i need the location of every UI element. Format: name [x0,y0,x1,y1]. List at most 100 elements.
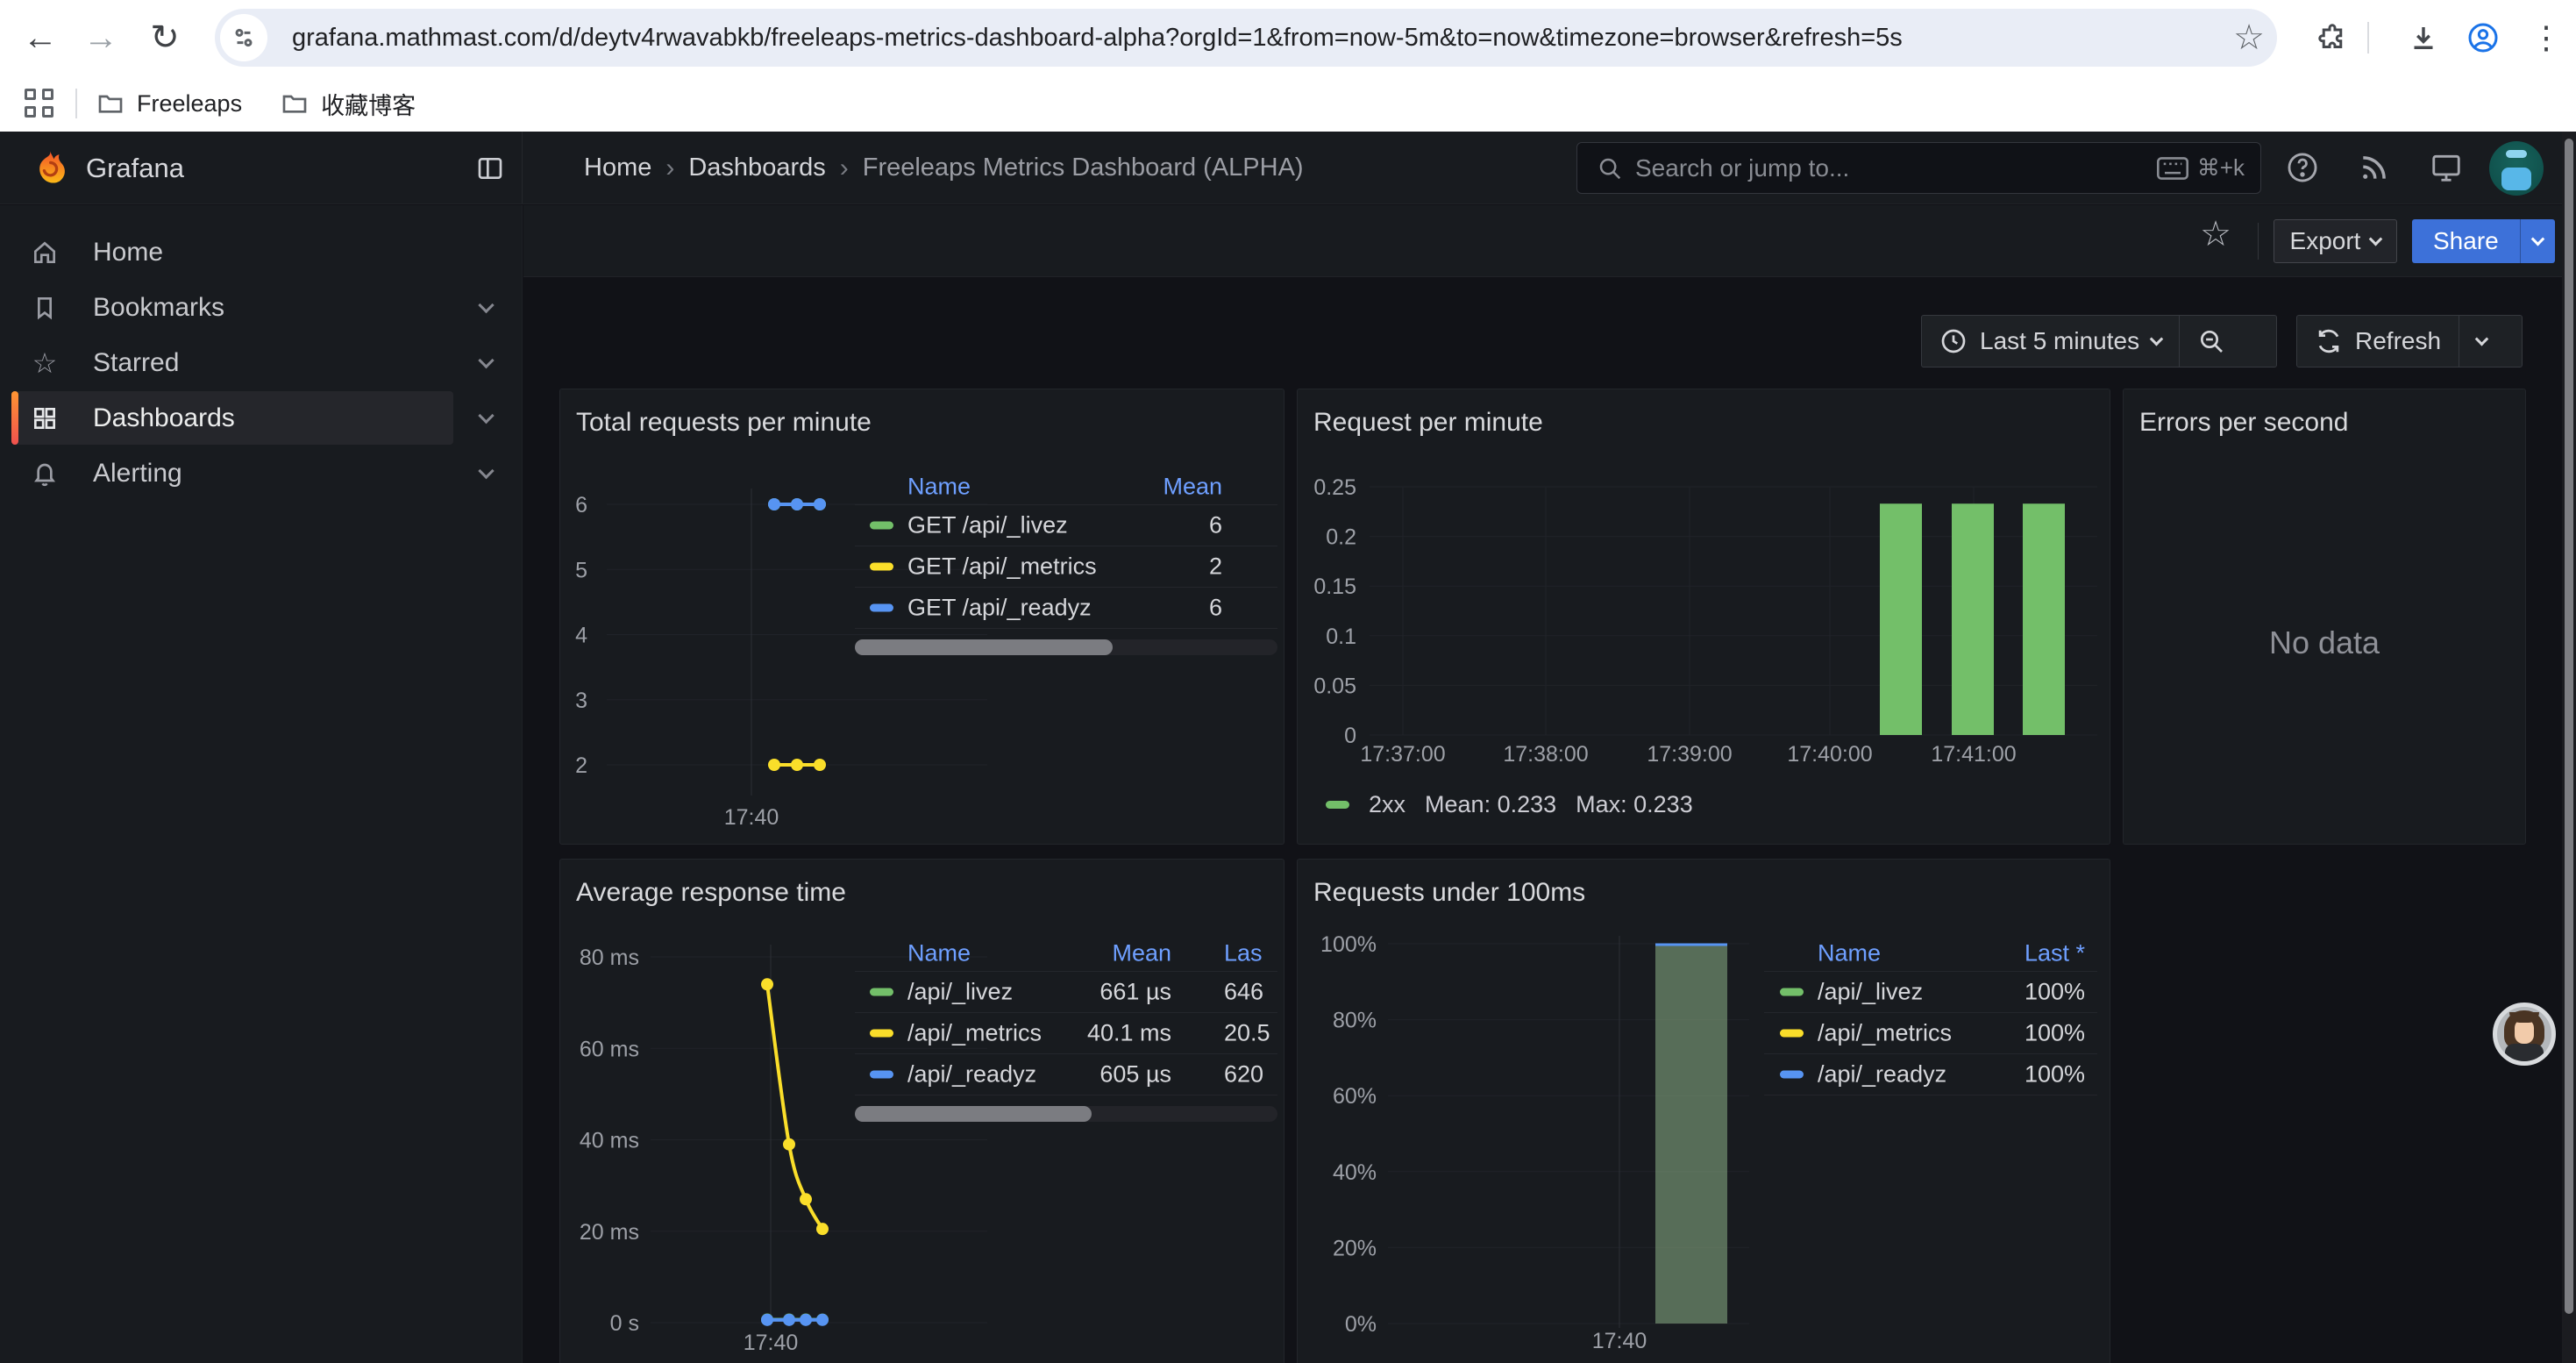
panel-title[interactable]: Request per minute [1313,408,1543,438]
series-color-dash [870,1071,893,1079]
svg-text:6: 6 [575,493,587,517]
time-range-picker[interactable]: Last 5 minutes [1922,316,2179,367]
legend-header-row: Name Mean [855,468,1277,505]
bookmark-folder-freeleaps[interactable]: Freeleaps [96,89,242,118]
downloads-icon[interactable] [2402,17,2444,59]
grafana-logo[interactable] [32,150,68,187]
series-color-dash [870,563,893,571]
panel-request-per-minute: Request per minute 17:37:0017:38:0017:39… [1297,389,2110,845]
page-scrollbar[interactable] [2562,132,2576,1363]
sidebar-item-dashboards[interactable]: Dashboards [0,390,522,446]
legend-row[interactable]: /api/_metrics40.1 ms20.5 r [855,1013,1277,1054]
panel-errors-per-second: Errors per second No data [2123,389,2526,845]
sidebar-item-home[interactable]: Home [0,225,522,280]
legend-row[interactable]: GET /api/_readyz6 [855,588,1277,629]
svg-text:17:41:00: 17:41:00 [1931,742,2016,767]
zoom-out-icon [2197,327,2225,355]
svg-text:5: 5 [575,558,587,582]
menu-kebab-icon[interactable]: ⋮ [2525,17,2567,59]
legend-column-header[interactable]: Name [1818,939,1881,967]
svg-text:60%: 60% [1333,1084,1377,1109]
chevron-down-icon[interactable] [478,353,494,368]
legend-cell: GET /api/_metrics [907,553,1097,581]
chevron-down-icon[interactable] [478,297,494,313]
refresh-interval-dropdown[interactable] [2459,316,2504,367]
extensions-icon[interactable] [2311,17,2353,59]
legend-column-header[interactable]: Name [907,473,971,500]
series-color-dash [1780,988,1804,996]
legend-column-header[interactable]: Name [907,939,971,967]
panel-title[interactable]: Total requests per minute [576,408,872,438]
legend-row[interactable]: /api/_readyz100% [1764,1054,2097,1095]
svg-text:20 ms: 20 ms [580,1220,639,1245]
breadcrumb-dashboards[interactable]: Dashboards [688,153,825,182]
legend-scrollbar-thumb[interactable] [855,1106,1092,1122]
svg-text:17:40: 17:40 [744,1331,799,1355]
bookmark-folder-blogs[interactable]: 收藏博客 [281,87,416,121]
breadcrumb-home[interactable]: Home [584,153,651,182]
share-dropdown[interactable] [2520,219,2555,263]
bookmark-star-icon[interactable]: ☆ [2233,9,2265,67]
legend-cell: 20.5 r [1224,1020,1277,1047]
legend-scrollbar[interactable] [855,1106,1277,1122]
sidebar-item-alerting[interactable]: Alerting [0,446,522,501]
legend-scrollbar-thumb[interactable] [855,639,1113,655]
legend-cell: 100% [2025,1061,2085,1088]
panel-title[interactable]: Requests under 100ms [1313,878,1585,908]
legend-row[interactable]: /api/_livez100% [1764,972,2097,1013]
sidebar-item-starred[interactable]: ☆ Starred [0,335,522,390]
legend-table: NameMeanGET /api/_livez6GET /api/_metric… [855,468,1277,655]
legend-cell: /api/_metrics [907,1020,1042,1047]
sidebar-toggle-icon[interactable] [476,154,504,182]
svg-text:4: 4 [575,624,587,648]
reload-icon[interactable]: ↻ [144,17,186,59]
export-button[interactable]: Export [2274,219,2397,263]
svg-text:17:37:00: 17:37:00 [1360,742,1445,767]
floating-assistant-avatar[interactable] [2493,1003,2556,1066]
page-scrollbar-thumb[interactable] [2565,139,2573,1314]
clock-icon [1939,327,1968,355]
legend-scrollbar[interactable] [855,639,1277,655]
legend-column-header[interactable]: Mean [1112,939,1171,967]
legend-row[interactable]: /api/_metrics100% [1764,1013,2097,1054]
svg-text:40 ms: 40 ms [580,1129,639,1153]
search-input[interactable]: Search or jump to... ⌘+k [1576,142,2261,194]
panel-average-response-time: Average response time 80 ms60 ms40 ms20 … [559,859,1284,1363]
legend-column-header[interactable]: Mean [1163,473,1222,500]
legend-row[interactable]: 2xx Mean: 0.233 Max: 0.233 [1326,791,1693,818]
address-bar[interactable]: grafana.mathmast.com/d/deytv4rwavabkb/fr… [215,9,2277,67]
refresh-button[interactable]: Refresh [2297,316,2459,367]
legend-column-header[interactable]: Las [1224,939,1263,967]
avatar-detail [2506,150,2527,158]
legend-row[interactable]: /api/_livez661 µs646 [855,972,1277,1013]
apps-grid-icon[interactable] [25,89,54,118]
bell-icon [30,459,60,489]
chevron-down-icon[interactable] [478,408,494,424]
chevron-down-icon [2530,232,2544,246]
legend-column-header[interactable]: Last * [2025,939,2085,967]
forward-icon[interactable]: → [80,17,122,59]
nav-sidebar: Home Bookmarks ☆ Starred Dashboards Aler… [0,205,523,1363]
series-color-dash [870,1030,893,1038]
sidebar-item-bookmarks[interactable]: Bookmarks [0,280,522,335]
url-text[interactable]: grafana.mathmast.com/d/deytv4rwavabkb/fr… [292,9,2203,67]
help-icon[interactable] [2282,147,2323,188]
legend-row[interactable]: GET /api/_metrics2 [855,546,1277,588]
bookmark-label: 收藏博客 [321,87,416,121]
zoom-out-button[interactable] [2179,316,2243,367]
kiosk-monitor-icon[interactable] [2426,147,2466,188]
svg-text:0: 0 [1344,724,1356,748]
news-rss-icon[interactable] [2354,147,2395,188]
legend-row[interactable]: /api/_readyz605 µs620 [855,1054,1277,1095]
panel-title[interactable]: Average response time [576,878,846,908]
chevron-down-icon[interactable] [478,463,494,479]
panel-title[interactable]: Errors per second [2139,408,2348,438]
share-button[interactable]: Share [2412,219,2555,263]
back-icon[interactable]: ← [19,17,61,59]
legend-row[interactable]: GET /api/_livez6 [855,505,1277,546]
favorite-star-icon[interactable]: ☆ [2195,213,2237,255]
profile-icon[interactable] [2462,17,2504,59]
user-avatar[interactable] [2489,141,2544,196]
site-settings-icon[interactable] [220,14,267,61]
brand-name: Grafana [86,132,184,204]
